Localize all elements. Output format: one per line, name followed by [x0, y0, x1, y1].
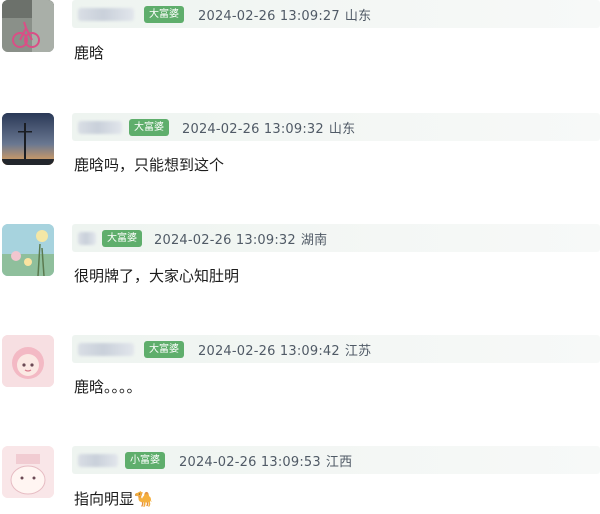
- flowers-photo-icon: [2, 224, 54, 276]
- comment-meta-bar: 小富婆 2024-02-26 13:09:53 江西: [72, 446, 600, 474]
- username-redacted[interactable]: [78, 8, 134, 21]
- badge-label: 小富婆: [125, 452, 165, 469]
- comment-text: 指向明显🐪: [74, 490, 153, 508]
- comment-location: 山东: [328, 122, 356, 137]
- username-redacted[interactable]: [78, 454, 118, 467]
- user-avatar[interactable]: [2, 113, 54, 165]
- comment-location: 山东: [344, 9, 372, 24]
- comment-meta-bar: 大富婆 2024-02-26 13:09:42 江苏: [72, 335, 600, 363]
- user-avatar[interactable]: [2, 446, 54, 498]
- username-redacted[interactable]: [78, 343, 134, 356]
- username-redacted[interactable]: [78, 232, 96, 245]
- comment-time: 2024-02-26 13:09:53: [179, 455, 321, 470]
- comment-meta: 2024-02-26 13:09:42 江苏: [198, 340, 371, 359]
- comment-meta: 2024-02-26 13:09:53 江西: [179, 451, 352, 470]
- comment-time: 2024-02-26 13:09:42: [198, 344, 340, 359]
- comment-location: 江西: [325, 455, 353, 470]
- comment-text: 鹿晗吗，只能想到这个: [74, 156, 225, 174]
- username-redacted[interactable]: [78, 121, 122, 134]
- badge-label: 大富婆: [102, 230, 142, 247]
- comment-time: 2024-02-26 13:09:27: [198, 9, 340, 24]
- comment-text: 很明牌了，大家心知肚明: [74, 267, 240, 285]
- comment-meta: 2024-02-26 13:09:27 山东: [198, 5, 371, 24]
- user-avatar[interactable]: [2, 224, 54, 276]
- user-avatar[interactable]: [2, 0, 54, 52]
- comment-meta: 2024-02-26 13:09:32 山东: [182, 118, 355, 137]
- user-avatar[interactable]: [2, 335, 54, 387]
- comment-location: 湖南: [300, 233, 328, 248]
- comment-text: 鹿晗。。。。: [74, 378, 142, 396]
- comment-meta: 2024-02-26 13:09:32 湖南: [154, 229, 327, 248]
- comment-meta-bar: 大富婆 2024-02-26 13:09:32 山东: [72, 113, 600, 141]
- cartoon-avatar-icon: [2, 446, 54, 498]
- comment-time: 2024-02-26 13:09:32: [182, 122, 324, 137]
- badge-label: 大富婆: [144, 341, 184, 358]
- sunset-photo-icon: [2, 113, 54, 165]
- bicycle-photo-icon: [2, 0, 54, 52]
- comment-text: 鹿晗: [74, 44, 105, 62]
- comment-location: 江苏: [344, 344, 372, 359]
- badge-label: 大富婆: [144, 6, 184, 23]
- comment-meta-bar: 大富婆 2024-02-26 13:09:27 山东: [72, 0, 600, 28]
- badge-label: 大富婆: [129, 119, 169, 136]
- comment-time: 2024-02-26 13:09:32: [154, 233, 296, 248]
- comment-meta-bar: 大富婆 2024-02-26 13:09:32 湖南: [72, 224, 600, 252]
- anime-avatar-icon: [2, 335, 54, 387]
